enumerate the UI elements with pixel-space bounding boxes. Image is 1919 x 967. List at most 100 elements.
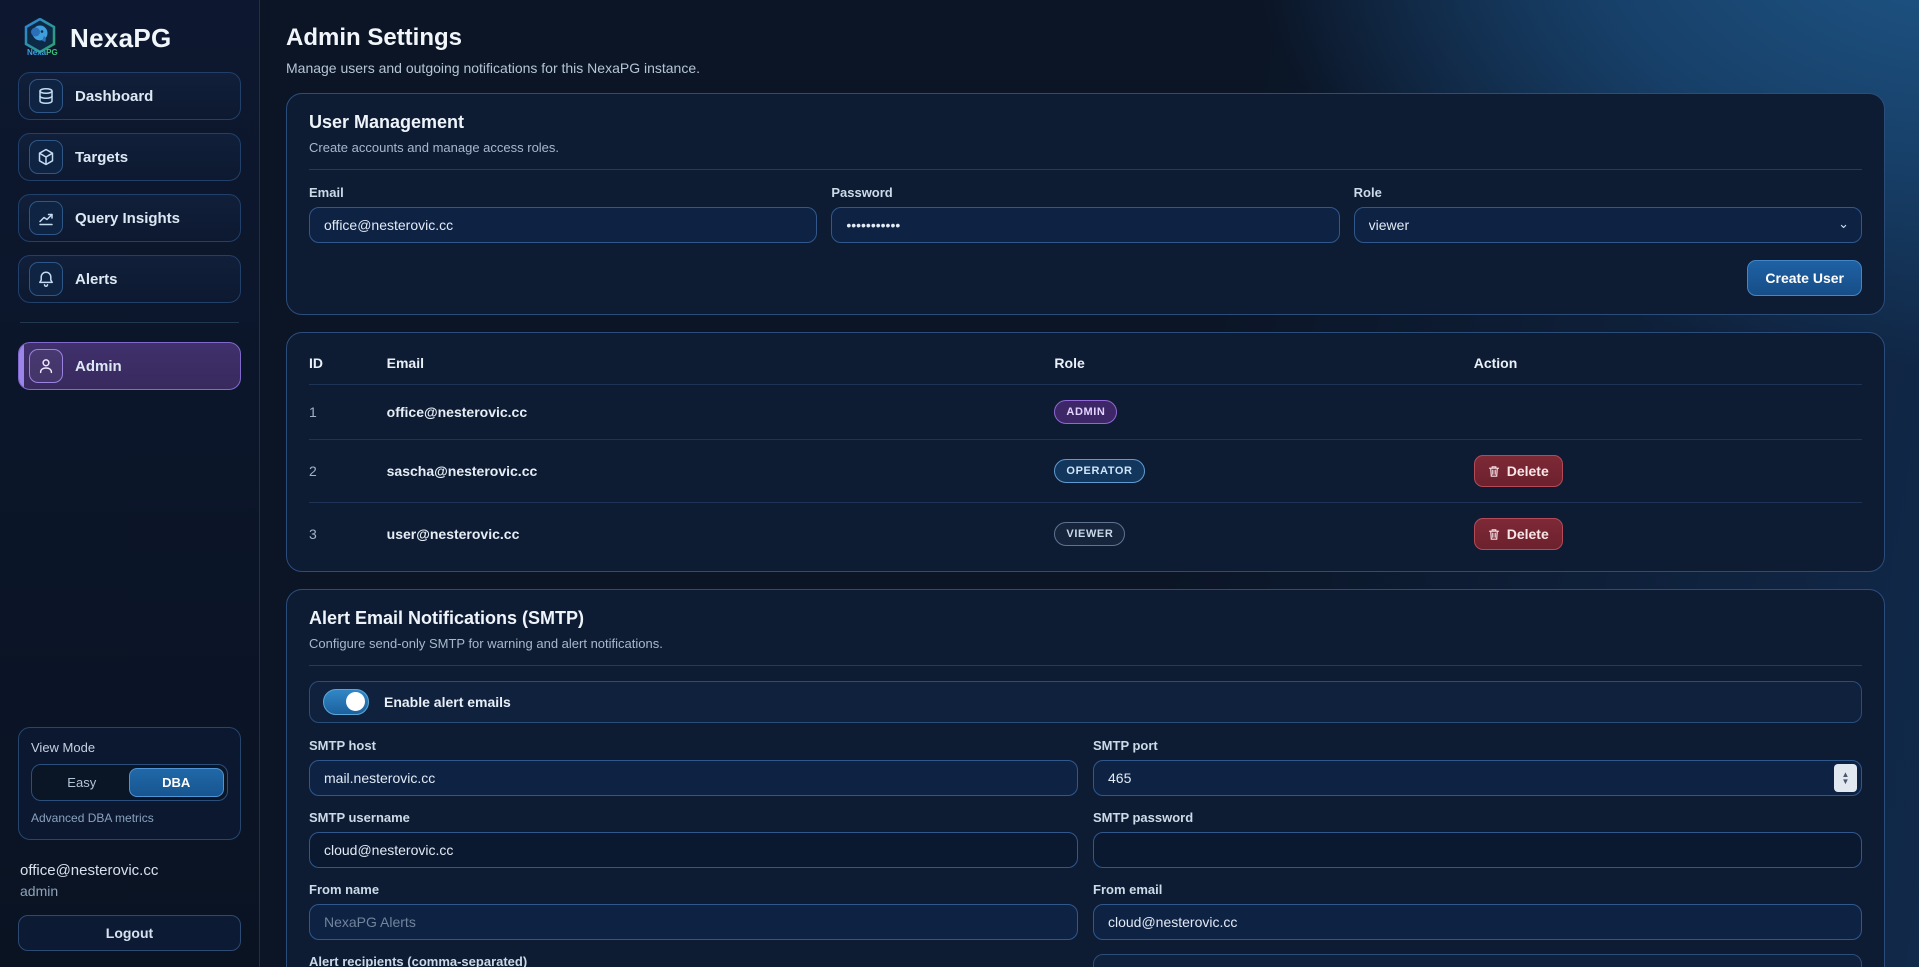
view-mode-panel: View Mode Easy DBA Advanced DBA metrics — [18, 727, 241, 840]
sidebar-item-query-insights[interactable]: Query Insights — [18, 194, 241, 242]
create-user-button-row: Create User — [309, 260, 1862, 296]
recipients-label: Alert recipients (comma-separated) — [309, 954, 1078, 967]
nexapg-logo-icon: NexaPG — [20, 18, 60, 58]
cube-icon — [29, 140, 63, 174]
role-select-wrap: viewer ⌄ — [1354, 207, 1862, 243]
toggle-knob — [346, 692, 365, 711]
from-name-label: From name — [309, 882, 1078, 897]
smtp-port-label: SMTP port — [1093, 738, 1862, 753]
view-mode-label: View Mode — [31, 740, 228, 755]
table-row: 3 user@nesterovic.cc VIEWER Delete — [309, 503, 1862, 566]
user-management-title: User Management — [309, 112, 1862, 133]
smtp-username-group: SMTP username — [309, 810, 1078, 868]
smtp-password-group: SMTP password — [1093, 810, 1862, 868]
sidebar-item-label: Targets — [75, 149, 128, 166]
role-field-group: Role viewer ⌄ — [1354, 185, 1862, 243]
sidebar-divider — [20, 322, 239, 323]
current-user-role: admin — [20, 883, 239, 899]
email-field[interactable] — [309, 207, 817, 243]
trash-icon — [1488, 528, 1500, 541]
database-icon — [29, 79, 63, 113]
action-cell: Delete — [1474, 503, 1862, 566]
sidebar-item-label: Admin — [75, 358, 122, 375]
sidebar-item-label: Alerts — [75, 271, 118, 288]
app-root: NexaPG NexaPG Dashboard T — [0, 0, 1919, 967]
enable-alerts-label: Enable alert emails — [384, 694, 511, 710]
svg-text:NexaPG: NexaPG — [27, 48, 58, 57]
role-select[interactable]: viewer — [1354, 207, 1862, 243]
user-email: sascha@nesterovic.cc — [387, 440, 1055, 503]
brand-title: NexaPG — [70, 23, 172, 54]
email-label: Email — [309, 185, 817, 200]
table-header-row: ID Email Role Action — [309, 339, 1862, 385]
user-management-subtitle: Create accounts and manage access roles. — [309, 140, 1862, 155]
enable-alerts-bar: Enable alert emails — [309, 681, 1862, 723]
main-content: Admin Settings Manage users and outgoing… — [260, 0, 1919, 967]
current-user-email: office@nesterovic.cc — [20, 862, 239, 879]
smtp-port-group: SMTP port ▲▼ — [1093, 738, 1862, 796]
password-field[interactable] — [831, 207, 1339, 243]
user-id: 2 — [309, 440, 387, 503]
stepper-down-icon: ▼ — [1842, 778, 1850, 785]
smtp-password-field[interactable] — [1093, 832, 1862, 868]
column-header-id: ID — [309, 339, 387, 385]
smtp-host-field[interactable] — [309, 760, 1078, 796]
sidebar-item-alerts[interactable]: Alerts — [18, 255, 241, 303]
action-cell: Delete — [1474, 440, 1862, 503]
from-name-field[interactable] — [309, 904, 1078, 940]
trash-icon — [1488, 465, 1500, 478]
starttls-box: Use STARTTLS — [1093, 954, 1862, 967]
smtp-username-label: SMTP username — [309, 810, 1078, 825]
create-user-button[interactable]: Create User — [1747, 260, 1862, 296]
role-label: Role — [1354, 185, 1862, 200]
card-divider — [309, 665, 1862, 666]
user-id: 3 — [309, 503, 387, 566]
smtp-port-wrap: ▲▼ — [1093, 760, 1862, 796]
user-management-card: User Management Create accounts and mana… — [286, 93, 1885, 315]
brand: NexaPG NexaPG — [18, 14, 241, 72]
role-badge: OPERATOR — [1054, 459, 1144, 483]
from-email-group: From email — [1093, 882, 1862, 940]
smtp-title: Alert Email Notifications (SMTP) — [309, 608, 1862, 629]
sidebar: NexaPG NexaPG Dashboard T — [0, 0, 260, 967]
bell-icon — [29, 262, 63, 296]
sidebar-item-label: Dashboard — [75, 88, 153, 105]
create-user-form: Email Password Role viewer ⌄ — [309, 185, 1862, 243]
delete-user-button[interactable]: Delete — [1474, 455, 1563, 487]
password-field-group: Password — [831, 185, 1339, 243]
users-table: ID Email Role Action 1 office@nesterovic… — [309, 339, 1862, 565]
from-email-label: From email — [1093, 882, 1862, 897]
page-title: Admin Settings — [286, 24, 1885, 52]
recipients-group: Alert recipients (comma-separated) — [309, 954, 1078, 967]
email-field-group: Email — [309, 185, 817, 243]
page-subtitle: Manage users and outgoing notifications … — [286, 60, 1885, 76]
role-badge: VIEWER — [1054, 522, 1125, 546]
view-mode-easy-button[interactable]: Easy — [35, 768, 129, 797]
column-header-action: Action — [1474, 339, 1862, 385]
delete-label: Delete — [1507, 463, 1549, 479]
smtp-port-field[interactable] — [1093, 760, 1862, 796]
person-icon — [29, 349, 63, 383]
smtp-host-group: SMTP host — [309, 738, 1078, 796]
users-table-card: ID Email Role Action 1 office@nesterovic… — [286, 332, 1885, 572]
table-row: 2 sascha@nesterovic.cc OPERATOR Delete — [309, 440, 1862, 503]
user-email: office@nesterovic.cc — [387, 385, 1055, 440]
chart-line-icon — [29, 201, 63, 235]
view-mode-segmented-control: Easy DBA — [31, 764, 228, 801]
from-name-group: From name — [309, 882, 1078, 940]
column-header-email: Email — [387, 339, 1055, 385]
user-id: 1 — [309, 385, 387, 440]
card-divider — [309, 169, 1862, 170]
sidebar-item-targets[interactable]: Targets — [18, 133, 241, 181]
user-email: user@nesterovic.cc — [387, 503, 1055, 566]
delete-user-button[interactable]: Delete — [1474, 518, 1563, 550]
enable-alerts-toggle[interactable] — [323, 689, 369, 715]
sidebar-item-admin[interactable]: Admin — [18, 342, 241, 390]
smtp-form: SMTP host SMTP port ▲▼ SMTP username SMT… — [309, 738, 1862, 967]
logout-button[interactable]: Logout — [18, 915, 241, 951]
from-email-field[interactable] — [1093, 904, 1862, 940]
sidebar-item-dashboard[interactable]: Dashboard — [18, 72, 241, 120]
smtp-username-field[interactable] — [309, 832, 1078, 868]
number-stepper[interactable]: ▲▼ — [1834, 764, 1857, 792]
view-mode-dba-button[interactable]: DBA — [129, 768, 225, 797]
